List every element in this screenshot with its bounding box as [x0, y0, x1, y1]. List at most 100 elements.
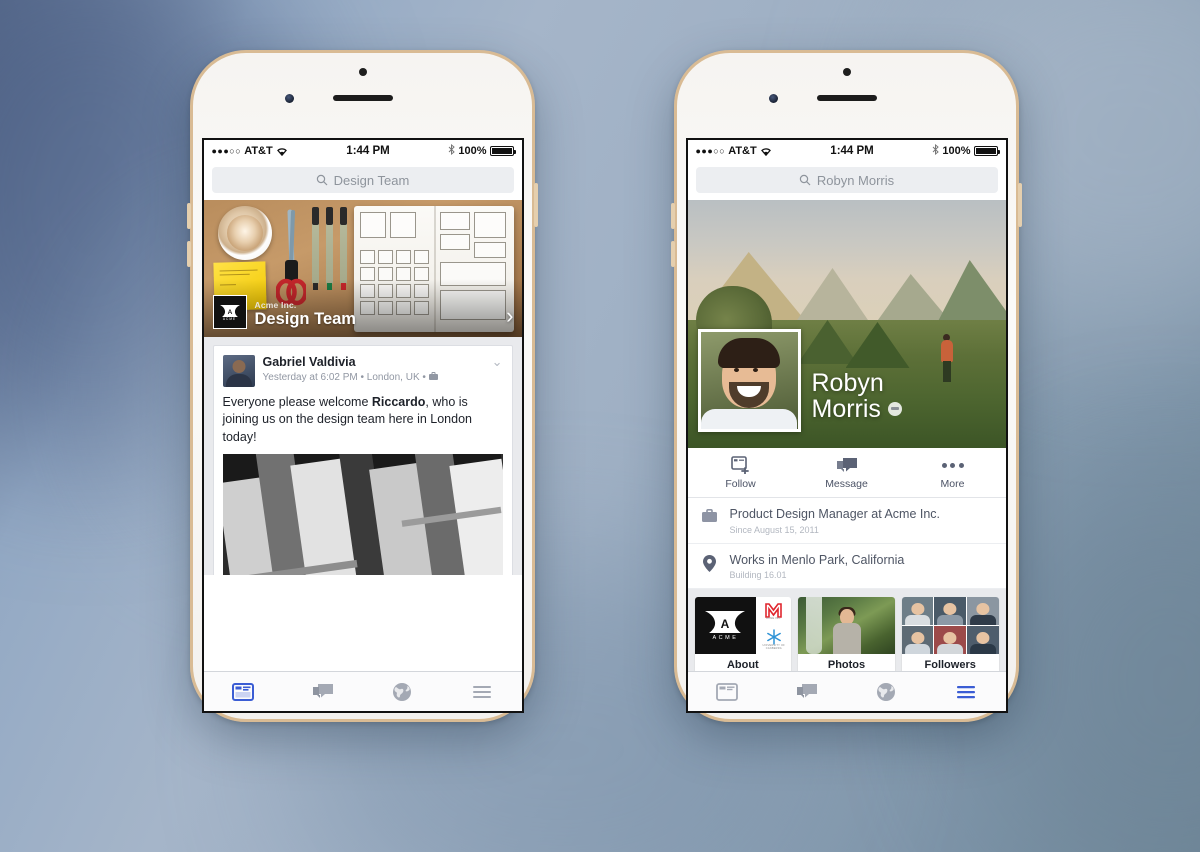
- tab-messages[interactable]: [767, 683, 847, 701]
- tab-bar-right: [687, 671, 1006, 711]
- follow-button[interactable]: Follow: [688, 448, 794, 497]
- svg-text:A: A: [721, 617, 730, 631]
- group-cover-photo[interactable]: A ACME Acme Inc. Design Team ›: [203, 200, 522, 337]
- profile-picture[interactable]: [697, 329, 801, 432]
- earpiece-speaker: [332, 95, 393, 101]
- tab-bar-left: [203, 671, 522, 711]
- search-input[interactable]: Robyn Morris: [695, 167, 998, 193]
- privacy-badge-icon[interactable]: [887, 401, 902, 416]
- acme-anvil-logo: A ACME: [212, 295, 247, 329]
- location-pin-icon: [700, 553, 720, 572]
- info-location-building: Building 16.01: [729, 570, 787, 581]
- phone-device-right: ●●●○○ AT&T 1:44 PM 100% Robyn Morris Rob…: [671, 50, 1022, 722]
- volume-up-button[interactable]: [671, 203, 675, 229]
- about-card-badges: ACME INC. UNIVERSITY OF CANBERRA: [756, 597, 792, 655]
- photos-card-image: [798, 597, 895, 655]
- pen-red: [339, 207, 347, 290]
- search-icon: [316, 174, 328, 186]
- post-text: Everyone please welcome Riccardo, who is…: [214, 394, 512, 454]
- volume-down-button[interactable]: [187, 241, 191, 267]
- follow-icon: [730, 456, 749, 474]
- red-m-logo-caption: ACME INC.: [766, 616, 782, 620]
- power-button[interactable]: [534, 183, 538, 227]
- profile-action-row: Follow Message More: [687, 448, 1006, 498]
- clock-label: 1:44 PM: [346, 145, 390, 157]
- cityscape-image: [222, 453, 503, 575]
- status-bar-right: ●●●○○ AT&T 1:44 PM 100%: [687, 140, 1006, 162]
- clock-label: 1:44 PM: [830, 145, 874, 157]
- profile-name: Robyn Morris: [811, 368, 902, 423]
- chevron-right-icon[interactable]: ›: [506, 305, 513, 327]
- news-feed-list[interactable]: Gabriel Valdivia Yesterday at 6:02 PM • …: [203, 337, 522, 575]
- search-container-left: Design Team: [203, 162, 522, 200]
- profile-cover-photo[interactable]: Robyn Morris: [687, 200, 1006, 448]
- more-dots-icon: [900, 456, 1006, 474]
- pen-black: [311, 207, 319, 290]
- post-photo[interactable]: [222, 453, 503, 575]
- search-container-right: Robyn Morris: [687, 162, 1006, 200]
- post-timestamp: Yesterday at 6:02 PM • London, UK •: [262, 372, 426, 383]
- card-about[interactable]: A ACME ACME INC. UNIVERSITY OF CANBERRA: [694, 597, 792, 676]
- message-label: Message: [825, 478, 868, 490]
- status-bar-left: ●●●○○ AT&T 1:44 PM 100%: [203, 140, 522, 162]
- acme-wordmark: ACME: [712, 634, 739, 641]
- screen-left: ●●●○○ AT&T 1:44 PM 100% Design Team A AC…: [201, 138, 524, 713]
- phone-device-left: ●●●○○ AT&T 1:44 PM 100% Design Team A AC…: [187, 50, 538, 722]
- post-card[interactable]: Gabriel Valdivia Yesterday at 6:02 PM • …: [212, 345, 513, 575]
- pen-green: [325, 207, 333, 290]
- tab-news-feed[interactable]: [688, 682, 768, 701]
- search-value: Design Team: [333, 172, 410, 188]
- more-label: More: [940, 478, 965, 490]
- volume-up-button[interactable]: [187, 203, 191, 229]
- card-followers[interactable]: Followers: [901, 597, 999, 676]
- bluetooth-icon: [448, 143, 456, 158]
- message-button[interactable]: Message: [794, 448, 900, 497]
- front-camera: [284, 94, 294, 103]
- front-camera: [768, 94, 778, 103]
- profile-first-name: Robyn: [811, 368, 884, 397]
- briefcase-icon: [700, 507, 720, 522]
- info-row-work[interactable]: Product Design Manager at Acme Inc. Sinc…: [687, 498, 1006, 544]
- follow-label: Follow: [725, 478, 756, 490]
- message-icon: [836, 458, 857, 472]
- acme-anvil-logo: A ACME: [694, 597, 757, 655]
- search-input[interactable]: Design Team: [211, 167, 514, 193]
- power-button[interactable]: [1018, 183, 1022, 227]
- post-text-before: Everyone please welcome: [222, 395, 372, 409]
- tab-messages[interactable]: [283, 683, 363, 701]
- proximity-sensor: [842, 68, 851, 76]
- hiker-figure: [940, 334, 954, 382]
- tab-globe[interactable]: [847, 682, 927, 702]
- card-photos[interactable]: Photos: [798, 597, 895, 676]
- search-value: Robyn Morris: [816, 172, 895, 188]
- tab-more[interactable]: [926, 684, 1006, 700]
- info-work-title: Product Design Manager at Acme Inc.: [729, 507, 941, 521]
- info-row-location[interactable]: Works in Menlo Park, California Building…: [687, 543, 1006, 590]
- carrier-label: AT&T: [728, 145, 757, 157]
- battery-icon: [973, 146, 1000, 156]
- more-button[interactable]: More: [900, 448, 1006, 497]
- avatar[interactable]: [222, 355, 255, 387]
- tab-more[interactable]: [442, 684, 522, 700]
- post-meta-line: Yesterday at 6:02 PM • London, UK •: [263, 372, 480, 383]
- post-text-bold: Riccardo: [371, 395, 426, 409]
- acme-wordmark: ACME: [222, 316, 237, 321]
- volume-down-button[interactable]: [671, 241, 675, 267]
- profile-last-name: Morris: [811, 394, 881, 423]
- proximity-sensor: [358, 68, 367, 76]
- tab-globe[interactable]: [363, 682, 443, 702]
- signal-dots: ●●●○○: [211, 145, 242, 156]
- wifi-icon: [276, 146, 288, 156]
- carrier-label: AT&T: [244, 145, 273, 157]
- red-m-logo: ACME INC.: [756, 597, 791, 626]
- post-author-name[interactable]: Gabriel Valdivia: [263, 355, 480, 370]
- battery-percent: 100%: [458, 145, 487, 157]
- info-location-title: Works in Menlo Park, California: [729, 552, 905, 567]
- snowflake-logo-caption: UNIVERSITY OF CANBERRA: [762, 644, 785, 650]
- tab-news-feed[interactable]: [204, 682, 284, 701]
- profile-cards-row[interactable]: A ACME ACME INC. UNIVERSITY OF CANBERRA: [687, 589, 1006, 682]
- battery-icon: [489, 146, 516, 156]
- chevron-down-icon[interactable]: ⌄: [488, 355, 503, 368]
- wifi-icon: [760, 146, 772, 156]
- info-work-since: Since August 15, 2011: [729, 524, 819, 535]
